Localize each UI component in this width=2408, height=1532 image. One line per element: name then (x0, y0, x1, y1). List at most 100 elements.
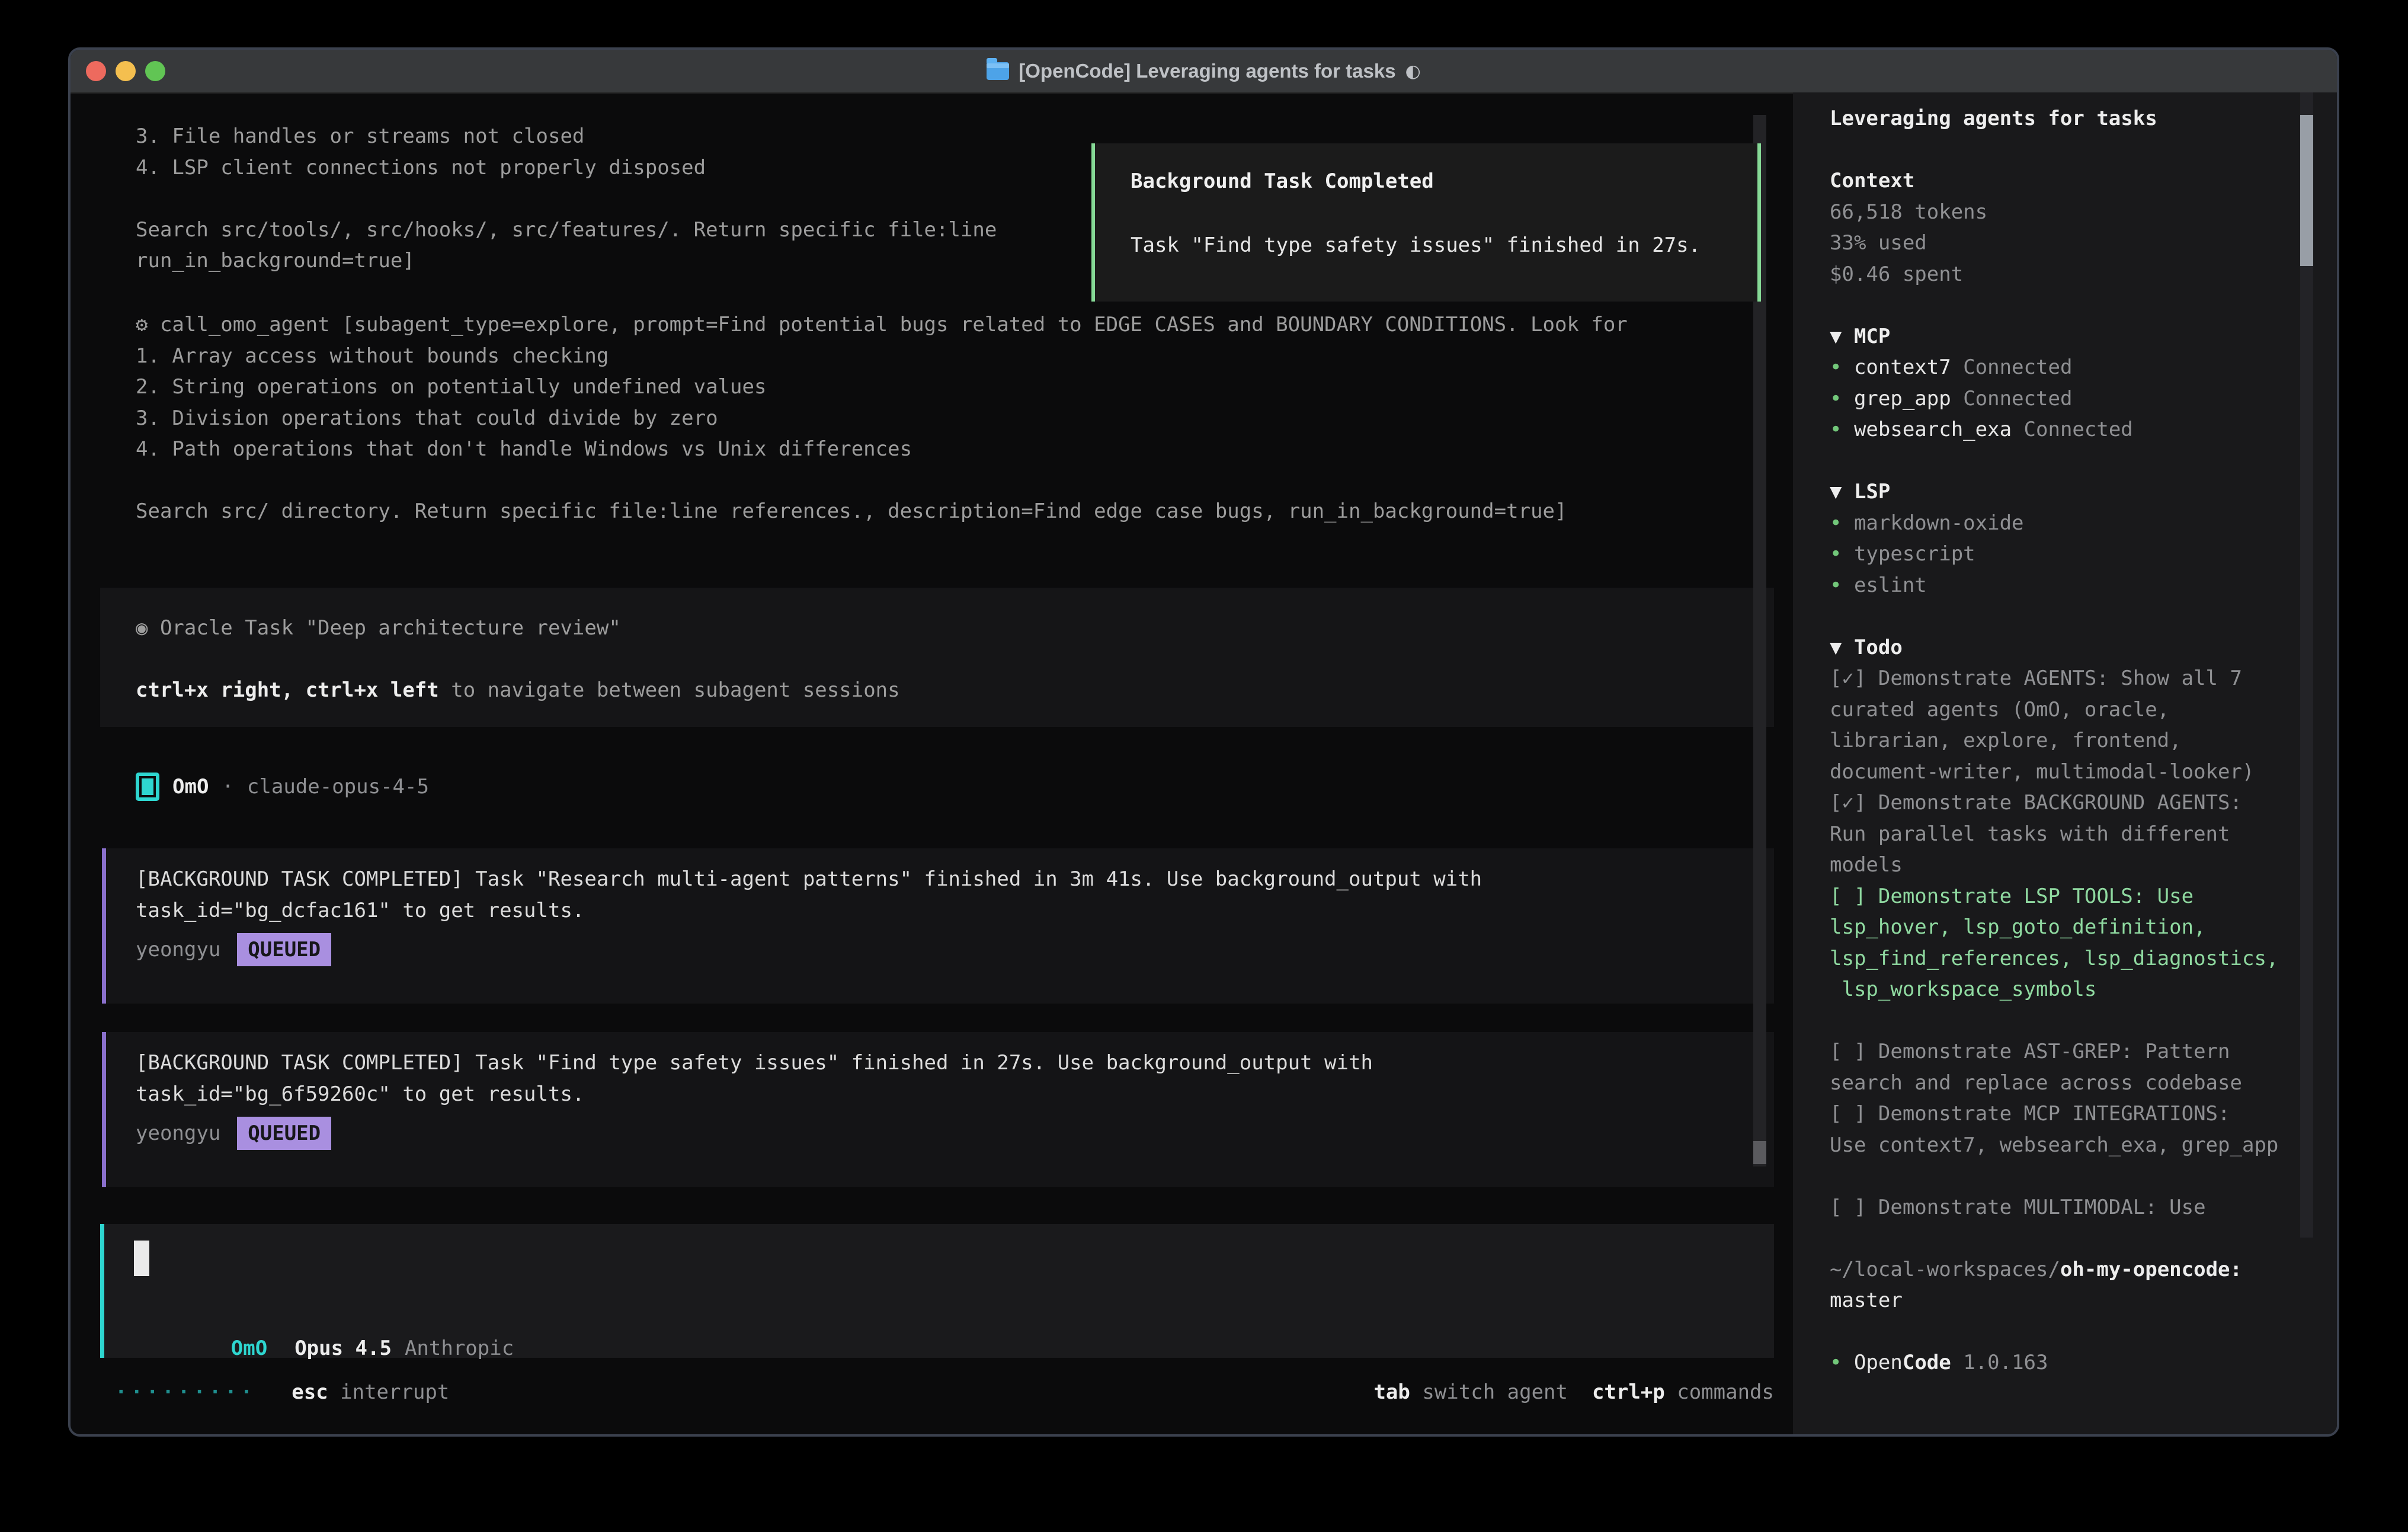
todo-section-header[interactable]: ▼ Todo (1830, 632, 2278, 664)
text-line (1830, 290, 2278, 321)
text-line (1830, 1223, 2278, 1254)
oracle-task-panel[interactable]: ◉ Oracle Task "Deep architecture review"… (100, 588, 1774, 727)
text-line (1830, 601, 2278, 632)
zoom-window-button[interactable] (145, 61, 165, 81)
ctrlp-key-label: commands (1665, 1380, 1774, 1404)
esc-key-hint: esc (292, 1380, 328, 1404)
text-line: 3. File handles or streams not closed (136, 121, 997, 152)
sidebar-scrollbar-thumb[interactable] (2300, 115, 2313, 266)
oracle-hint-row: ctrl+x right, ctrl+x left to navigate be… (136, 675, 1774, 706)
todo-item-active: [ ] Demonstrate LSP TOOLS: Use (1830, 881, 2278, 912)
mcp-item-context7: • context7 Connected (1830, 352, 2278, 383)
fisheye-icon: ◉ (136, 616, 160, 640)
status-gap (1568, 1380, 1592, 1404)
text-line: Use context7, websearch_exa, grep_app (1830, 1130, 2278, 1161)
oracle-task-title-row: ◉ Oracle Task "Deep architecture review" (136, 613, 1774, 644)
text-line (136, 183, 997, 214)
input-agent-name: OmO (231, 1337, 267, 1360)
text-line (136, 465, 1628, 496)
sidebar-content: Leveraging agents for tasks Context66,51… (1830, 103, 2278, 1379)
lsp-item-typescript: • typescript (1830, 539, 2278, 570)
terminal-window: [OpenCode] Leveraging agents for tasks ◐… (68, 47, 2339, 1437)
message-author: yeongyu (136, 1121, 220, 1145)
lsp-item-eslint: • eslint (1830, 570, 2278, 601)
text-line: librarian, explore, frontend, (1830, 725, 2278, 757)
message-meta: yeongyu QUEUED (136, 1116, 1774, 1151)
prompt-input[interactable]: OmO Opus 4.5 Anthropic (100, 1224, 1774, 1358)
close-window-button[interactable] (86, 61, 106, 81)
lsp-item-markdown-oxide: • markdown-oxide (1830, 508, 2278, 539)
tool-call-block: ⚙ call_omo_agent [subagent_type=explore,… (136, 309, 1628, 527)
background-task-message: [BACKGROUND TASK COMPLETED] Task "Find t… (102, 1032, 1774, 1187)
minimize-window-button[interactable] (116, 61, 136, 81)
text-line: Search src/tools/, src/hooks/, src/featu… (136, 214, 997, 246)
todo-item-pending: [ ] Demonstrate MCP INTEGRATIONS: (1830, 1098, 2278, 1130)
workspace-path: ~/local-workspaces/oh-my-opencode: (1830, 1254, 2278, 1286)
oracle-hint-text: to navigate between subagent sessions (439, 678, 900, 702)
tab-key-hint: tab (1373, 1380, 1410, 1404)
todo-item-pending: [ ] Demonstrate AST-GREP: Pattern (1830, 1036, 2278, 1068)
mcp-item-grep-app: • grep_app Connected (1830, 383, 2278, 415)
status-left: ········· esc interrupt (115, 1380, 449, 1404)
text-line: 2. String operations on potentially unde… (136, 371, 1628, 403)
mcp-item-websearch-exa: • websearch_exa Connected (1830, 414, 2278, 446)
status-badge: QUEUED (237, 1117, 331, 1150)
window-titlebar[interactable]: [OpenCode] Leveraging agents for tasks ◐ (71, 50, 2337, 94)
text-line: 4. Path operations that don't handle Win… (136, 434, 1628, 465)
opencode-version: • OpenCode 1.0.163 (1830, 1347, 2278, 1379)
text-line: 1. Array access without bounds checking (136, 341, 1628, 372)
context-tokens: 66,518 tokens (1830, 197, 2278, 228)
text-line: 4. LSP client connections not properly d… (136, 152, 997, 184)
ctrlp-key-hint: ctrl+p (1592, 1380, 1665, 1404)
session-sidebar: Leveraging agents for tasks Context66,51… (1793, 92, 2337, 1437)
text-line (1830, 1161, 2278, 1192)
message-line: task_id="bg_dcfac161" to get results. (136, 895, 1774, 927)
message-meta: yeongyu QUEUED (136, 932, 1774, 967)
context-spent: $0.46 spent (1830, 259, 2278, 290)
sidebar-session-title: Leveraging agents for tasks (1830, 103, 2278, 134)
chat-scrollback-top: 3. File handles or streams not closed4. … (136, 121, 997, 277)
chat-scrollbar-thumb[interactable] (1753, 1141, 1766, 1164)
todo-item-done: [✓] Demonstrate AGENTS: Show all 7 (1830, 663, 2278, 694)
tab-key-label: switch agent (1410, 1380, 1568, 1404)
status-bar: ········· esc interrupt tab switch agent… (115, 1377, 1774, 1408)
omo-agent-icon (136, 773, 159, 801)
text-line: search and replace across codebase (1830, 1068, 2278, 1099)
text-line: Run parallel tasks with different (1830, 819, 2278, 850)
background-task-message: [BACKGROUND TASK COMPLETED] Task "Resear… (102, 848, 1774, 1004)
sidebar-scrollbar-track[interactable] (2300, 92, 2313, 1238)
folder-icon (987, 62, 1009, 80)
text-line (1830, 1005, 2278, 1037)
toast-title: Background Task Completed (1131, 166, 1757, 197)
text-line: 3. Division operations that could divide… (136, 403, 1628, 434)
text-line (1830, 446, 2278, 477)
background-task-toast: Background Task Completed Task "Find typ… (1091, 143, 1761, 302)
status-badge: QUEUED (237, 933, 331, 966)
window-title-group: [OpenCode] Leveraging agents for tasks ◐ (987, 60, 1421, 82)
message-author: yeongyu (136, 938, 220, 961)
text-line: run_in_background=true] (136, 245, 997, 277)
mcp-section-header[interactable]: ▼ MCP (1830, 321, 2278, 352)
message-line: task_id="bg_6f59260c" to get results. (136, 1079, 1774, 1110)
toast-body: Task "Find type safety issues" finished … (1131, 230, 1757, 261)
input-meta-row: OmO Opus 4.5 Anthropic (134, 1313, 514, 1384)
text-line: document-writer, multimodal-looker) (1830, 757, 2278, 788)
text-line (1830, 1316, 2278, 1348)
todo-item-pending: [ ] Demonstrate MULTIMODAL: Use (1830, 1192, 2278, 1223)
lsp-section-header[interactable]: ▼ LSP (1830, 476, 2278, 508)
todo-item-done: [✓] Demonstrate BACKGROUND AGENTS: (1830, 787, 2278, 819)
input-provider-name: Anthropic (405, 1337, 514, 1360)
window-title: [OpenCode] Leveraging agents for tasks (1019, 60, 1395, 82)
text-line: Search src/ directory. Return specific f… (136, 496, 1628, 527)
text-line: lsp_hover, lsp_goto_definition, (1830, 912, 2278, 943)
text-line: curated agents (OmO, oracle, (1830, 694, 2278, 726)
git-branch: master (1830, 1285, 2278, 1316)
oracle-hint-keys: ctrl+x right, ctrl+x left (136, 678, 439, 702)
esc-key-label: interrupt (328, 1380, 450, 1404)
activity-dots-icon: ········· (115, 1380, 256, 1404)
agent-name: OmO (172, 775, 209, 799)
input-model-name: Opus 4.5 (294, 1337, 392, 1360)
agent-separator: · (222, 775, 233, 799)
text-line (1830, 134, 2278, 166)
status-right: tab switch agent ctrl+p commands (1373, 1380, 1774, 1404)
